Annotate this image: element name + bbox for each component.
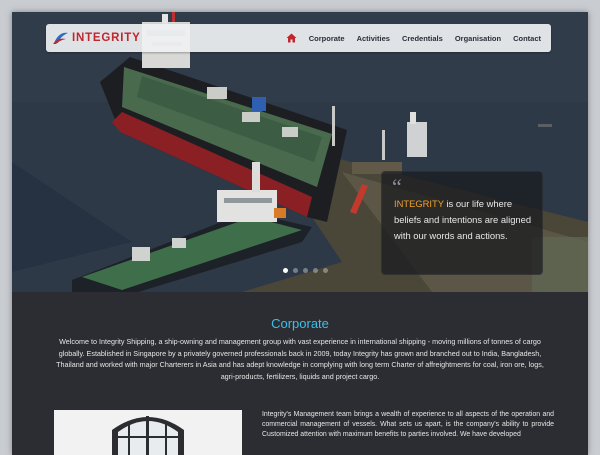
management-text: Integrity's Management team brings a wea…: [262, 411, 554, 438]
corporate-intro: Welcome to Integrity Shipping, a ship-ow…: [56, 337, 544, 381]
home-icon[interactable]: [286, 33, 297, 43]
hero-quote-box: “ INTEGRITY is our life where beliefs an…: [381, 171, 543, 275]
quote-mark-icon: “: [392, 174, 402, 199]
nav-item-activities[interactable]: Activities: [357, 34, 390, 43]
slider-dot[interactable]: [283, 268, 288, 273]
slider-dot[interactable]: [323, 268, 328, 273]
office-photo: [54, 410, 242, 455]
office-door-image: [54, 410, 242, 455]
nav-item-corporate[interactable]: Corporate: [309, 34, 345, 43]
nav-item-organisation[interactable]: Organisation: [455, 34, 501, 43]
logo[interactable]: INTEGRITY: [52, 27, 141, 49]
logo-text: INTEGRITY: [72, 32, 141, 44]
slider-dot[interactable]: [293, 268, 298, 273]
slider-dot[interactable]: [303, 268, 308, 273]
slider-dots: [283, 268, 328, 273]
hero-quote: INTEGRITY is our life where beliefs and …: [394, 196, 534, 244]
quote-brand: INTEGRITY: [394, 198, 444, 209]
top-navbar: INTEGRITY Corporate Activities Credentia…: [46, 24, 551, 52]
hero-slider[interactable]: INTEGRITY Corporate Activities Credentia…: [12, 12, 588, 292]
nav-item-credentials[interactable]: Credentials: [402, 34, 443, 43]
slider-dot[interactable]: [313, 268, 318, 273]
nav-item-contact[interactable]: Contact: [513, 34, 541, 43]
wave-logo-icon: [53, 32, 68, 44]
corporate-section: Corporate Welcome to Integrity Shipping,…: [12, 292, 588, 455]
browser-frame: INTEGRITY Corporate Activities Credentia…: [12, 12, 588, 455]
nav-links: Corporate Activities Credentials Organis…: [286, 33, 541, 43]
section-title: Corporate: [271, 316, 329, 331]
